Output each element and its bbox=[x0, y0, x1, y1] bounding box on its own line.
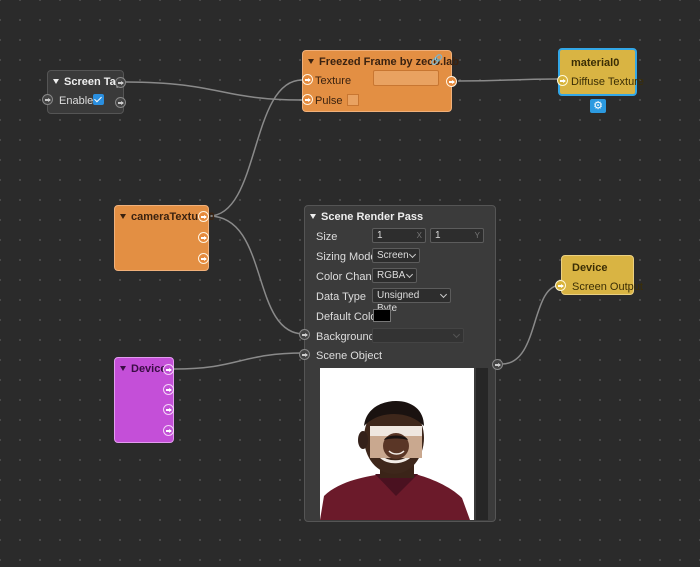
scene-render-pass-title: Scene Render Pass bbox=[321, 211, 424, 223]
pulse-label: Pulse bbox=[315, 95, 343, 107]
size-x-value: 1 bbox=[377, 230, 383, 241]
collapse-triangle-icon[interactable] bbox=[53, 78, 59, 84]
enabled-input-port-icon[interactable] bbox=[42, 94, 53, 105]
background-select[interactable] bbox=[372, 328, 464, 343]
screen-tap-title-row: Screen Tap bbox=[53, 76, 123, 88]
device-input-node[interactable]: Device bbox=[114, 357, 174, 443]
material-settings-icon[interactable]: ⚙ bbox=[590, 99, 606, 113]
preview-scrollbar[interactable] bbox=[476, 368, 488, 520]
scene-render-pass-title-row: Scene Render Pass bbox=[310, 211, 423, 223]
size-label: Size bbox=[316, 231, 338, 243]
default-color-label: Default Color bbox=[316, 311, 381, 323]
color-channel-select[interactable]: RGBA bbox=[372, 268, 417, 283]
size-y-value: 1 bbox=[435, 230, 441, 241]
background-input-port-icon[interactable] bbox=[299, 329, 310, 340]
chevron-down-icon bbox=[405, 270, 414, 279]
portrait-preview-illustration bbox=[320, 368, 474, 520]
screen-tap-output-port-icon[interactable] bbox=[115, 77, 126, 88]
scene-object-input-port-icon[interactable] bbox=[299, 349, 310, 360]
wire-freezed-to-material bbox=[457, 78, 559, 82]
texture-input-port-icon[interactable] bbox=[302, 74, 313, 85]
diffuse-texture-input-port-icon[interactable] bbox=[557, 75, 568, 86]
device-input-title: Device bbox=[131, 363, 167, 375]
size-x-input[interactable]: 1 X bbox=[372, 228, 426, 243]
data-type-label: Data Type bbox=[316, 291, 366, 303]
sizing-mode-select[interactable]: Screen bbox=[372, 248, 420, 263]
size-y-suffix: Y bbox=[474, 231, 480, 240]
screen-tap-node[interactable]: Screen Tap Enabled bbox=[42, 70, 126, 114]
screen-tap-location-port-icon[interactable] bbox=[115, 97, 126, 108]
screen-output-input-port-icon[interactable] bbox=[555, 280, 566, 291]
material-title: material0 bbox=[571, 57, 620, 69]
scene-object-label: Scene Object bbox=[316, 350, 383, 362]
device-output-title: Device bbox=[572, 262, 608, 274]
diffuse-texture-label: Diffuse Texture bbox=[571, 76, 644, 88]
camera-alpha-output-port-icon[interactable] bbox=[198, 253, 209, 264]
collapse-triangle-icon[interactable] bbox=[310, 213, 316, 219]
enabled-checkbox[interactable] bbox=[93, 94, 104, 105]
wire-render-to-screenoutput bbox=[501, 284, 562, 365]
wire-camera-to-background bbox=[208, 215, 305, 335]
pulse-input-port-icon[interactable] bbox=[302, 94, 313, 105]
chevron-down-icon bbox=[439, 290, 448, 299]
camera-rgb-output-port-icon[interactable] bbox=[198, 232, 209, 243]
background-label: Background bbox=[316, 331, 375, 343]
texture-input-field[interactable] bbox=[373, 70, 439, 86]
link-icon: 🔗 bbox=[430, 55, 443, 66]
device-output-port-3-icon[interactable] bbox=[163, 404, 174, 415]
sizing-mode-label: Sizing Mode bbox=[316, 251, 377, 263]
wire-screentap-to-pulse bbox=[123, 81, 303, 101]
device-output-port-4-icon[interactable] bbox=[163, 425, 174, 436]
device-output-node[interactable]: Device Screen Output bbox=[555, 255, 643, 295]
wire-device-to-sceneobject bbox=[173, 352, 305, 370]
wire-camera-to-texture bbox=[208, 79, 303, 217]
freezed-frame-node[interactable]: Freezed Frame by zeco.lab 🔗 Texture Puls… bbox=[302, 50, 459, 112]
collapse-triangle-icon[interactable] bbox=[308, 58, 314, 64]
collapse-triangle-icon[interactable] bbox=[120, 213, 126, 219]
size-x-suffix: X bbox=[416, 231, 422, 240]
chevron-down-icon bbox=[408, 250, 417, 259]
camera-texture-node[interactable]: cameraTexture0 bbox=[114, 205, 215, 271]
scene-render-output-port-icon[interactable] bbox=[492, 359, 503, 370]
data-type-select[interactable]: Unsigned Byte bbox=[372, 288, 451, 314]
color-channel-value: RGBA bbox=[377, 270, 406, 281]
chevron-down-icon bbox=[452, 330, 461, 339]
camera-rgba-output-port-icon[interactable] bbox=[198, 211, 209, 222]
sizing-mode-value: Screen bbox=[377, 250, 409, 261]
scene-render-pass-node[interactable]: Scene Render Pass Size 1 X 1 Y Sizing Mo… bbox=[299, 205, 503, 522]
pulse-checkbox[interactable] bbox=[347, 94, 359, 106]
collapse-triangle-icon[interactable] bbox=[120, 365, 126, 371]
screen-tap-title: Screen Tap bbox=[64, 76, 123, 88]
device-input-title-row: Device bbox=[120, 363, 166, 375]
check-icon bbox=[94, 94, 102, 103]
size-y-input[interactable]: 1 Y bbox=[430, 228, 484, 243]
render-preview-image bbox=[320, 368, 474, 520]
screen-output-label: Screen Output bbox=[572, 281, 643, 293]
device-output-port-2-icon[interactable] bbox=[163, 384, 174, 395]
freezed-frame-output-port-icon[interactable] bbox=[446, 76, 457, 87]
device-output-port-1-icon[interactable] bbox=[163, 364, 174, 375]
default-color-swatch[interactable] bbox=[373, 309, 391, 322]
texture-label: Texture bbox=[315, 75, 352, 87]
material-node[interactable]: material0 Diffuse Texture bbox=[557, 48, 644, 96]
